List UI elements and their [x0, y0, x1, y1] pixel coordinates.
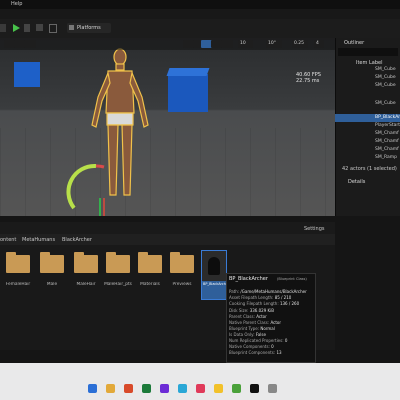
asset-label-bg: BP_BlackArcher — [202, 281, 229, 299]
platforms-icon — [69, 25, 74, 30]
ms-readout: 22.75 ms — [296, 78, 320, 84]
folder-label: Materials — [140, 282, 160, 287]
folder-icon[interactable] — [6, 252, 30, 273]
content-settings[interactable]: Settings — [304, 226, 325, 232]
folder-icon[interactable] — [170, 252, 194, 273]
camera-speed-value[interactable]: 4 — [314, 40, 324, 48]
tooltip-row: Cooking Filepath Length: 136 / 260 — [229, 301, 300, 306]
outliner-count: 42 actors (1 selected) — [342, 166, 397, 172]
folder-label: Previews — [172, 282, 192, 287]
rotation-snap-value[interactable]: 10° — [266, 40, 282, 48]
tooltip-row: Blueprint Type: Normal — [229, 326, 275, 331]
folder-label: FemaleHair — [5, 282, 31, 287]
menu-bar: Help — [0, 0, 400, 9]
details-tab[interactable]: Details — [348, 179, 365, 185]
outliner-row[interactable]: SM_Cube — [335, 82, 400, 90]
taskbar-browser-icon[interactable] — [124, 384, 133, 393]
cube-right[interactable] — [168, 74, 208, 112]
outliner-row[interactable]: SM_Chamf — [335, 138, 400, 146]
taskbar-app-icon[interactable] — [196, 384, 205, 393]
scale-snap-value[interactable]: 0.25 — [292, 40, 308, 48]
cube-right-top — [166, 68, 210, 76]
title-bar — [0, 9, 400, 19]
rotation-gizmo[interactable] — [66, 158, 126, 216]
folder-label: MaleHair — [76, 282, 96, 287]
main-toolbar: Platforms — [0, 19, 400, 39]
blueprint-thumbnail-icon — [208, 257, 220, 275]
outliner-search[interactable] — [338, 48, 398, 56]
os-taskbar — [0, 363, 400, 400]
taskbar-unreal-icon[interactable] — [250, 384, 259, 393]
outliner-row[interactable]: SM_Cube — [335, 66, 400, 74]
level-viewport[interactable]: 40.60 FPS 22.75 ms — [0, 38, 335, 216]
outliner-row[interactable]: SM_Cube — [335, 74, 400, 82]
tooltip-title: BP_BlackArcher — [229, 276, 268, 282]
world-space-icon[interactable] — [221, 40, 233, 48]
outliner-row[interactable]: SM_Chamf — [335, 146, 400, 154]
outliner-row-selected[interactable]: BP_BlackAr — [335, 114, 400, 122]
asset-tile-bp-blackarcher[interactable]: BP_BlackArcher — [201, 250, 229, 300]
taskbar-app-icon[interactable] — [268, 384, 277, 393]
viewport-toolbar — [0, 38, 335, 50]
outliner-row[interactable]: SM_Ramp — [335, 154, 400, 162]
floor-grid — [0, 128, 335, 216]
content-browser-toolbar: Settings — [0, 222, 335, 234]
tooltip-row: Native Components: 0 — [229, 344, 274, 349]
taskbar-app-icon[interactable] — [178, 384, 187, 393]
platforms-button[interactable]: Platforms — [67, 23, 111, 33]
breadcrumb-item[interactable]: ontent — [0, 237, 16, 243]
tooltip-subtitle: (Blueprint Class) — [277, 277, 307, 281]
tooltip-row: Is Data Only: False — [229, 332, 266, 337]
platforms-label: Platforms — [77, 25, 101, 31]
outliner-row[interactable]: SM_Cube — [335, 100, 400, 108]
stop-icon[interactable] — [36, 24, 43, 31]
tooltip-row: Asset Filepath Length: 85 / 210 — [229, 295, 292, 300]
menu-item-help[interactable]: Help — [11, 1, 22, 7]
folder-icon[interactable] — [40, 252, 64, 273]
taskbar-app-icon[interactable] — [214, 384, 223, 393]
tooltip-row: Num Replicated Properties: 0 — [229, 338, 288, 343]
folder-label: MaleHair_pts — [104, 282, 132, 287]
tooltip-row: Parent Class: Actor — [229, 314, 267, 319]
taskbar-app-icon[interactable] — [88, 384, 97, 393]
folder-label: Male — [46, 282, 58, 287]
breadcrumb-item[interactable]: MetaHumans — [22, 237, 55, 243]
eject-icon[interactable] — [49, 24, 57, 33]
taskbar-app-icon[interactable] — [160, 384, 169, 393]
folder-icon[interactable] — [74, 252, 98, 273]
folder-icon[interactable] — [138, 252, 162, 273]
taskbar-app-icon[interactable] — [142, 384, 151, 393]
outliner-row[interactable]: SM_Chamf — [335, 130, 400, 138]
folder-icon[interactable] — [106, 252, 130, 273]
lit-button[interactable] — [24, 40, 36, 48]
pause-icon[interactable] — [24, 24, 30, 32]
tooltip-row: Blueprint Components: 13 — [229, 350, 282, 355]
taskbar-files-icon[interactable] — [106, 384, 115, 393]
outliner-title: Outliner — [344, 40, 365, 46]
play-icon[interactable] — [13, 24, 20, 32]
tooltip-row: Disk Size: 336.029 KiB — [229, 308, 274, 313]
taskbar-app-icon[interactable] — [232, 384, 241, 393]
toolbar-save-icon[interactable] — [0, 24, 6, 32]
tooltip-row: Path: /Game/MetaHumans/BlackArcher — [229, 289, 307, 294]
breadcrumb-item[interactable]: BlackArcher — [62, 237, 92, 243]
cube-left[interactable] — [14, 62, 40, 87]
grid-snap-value[interactable]: 10 — [238, 40, 253, 48]
tooltip-row: Native Parent Class: Actor — [229, 320, 281, 325]
outliner-row[interactable]: PlayerStart — [335, 122, 400, 130]
breadcrumb: ontent MetaHumans BlackArcher — [0, 234, 335, 245]
